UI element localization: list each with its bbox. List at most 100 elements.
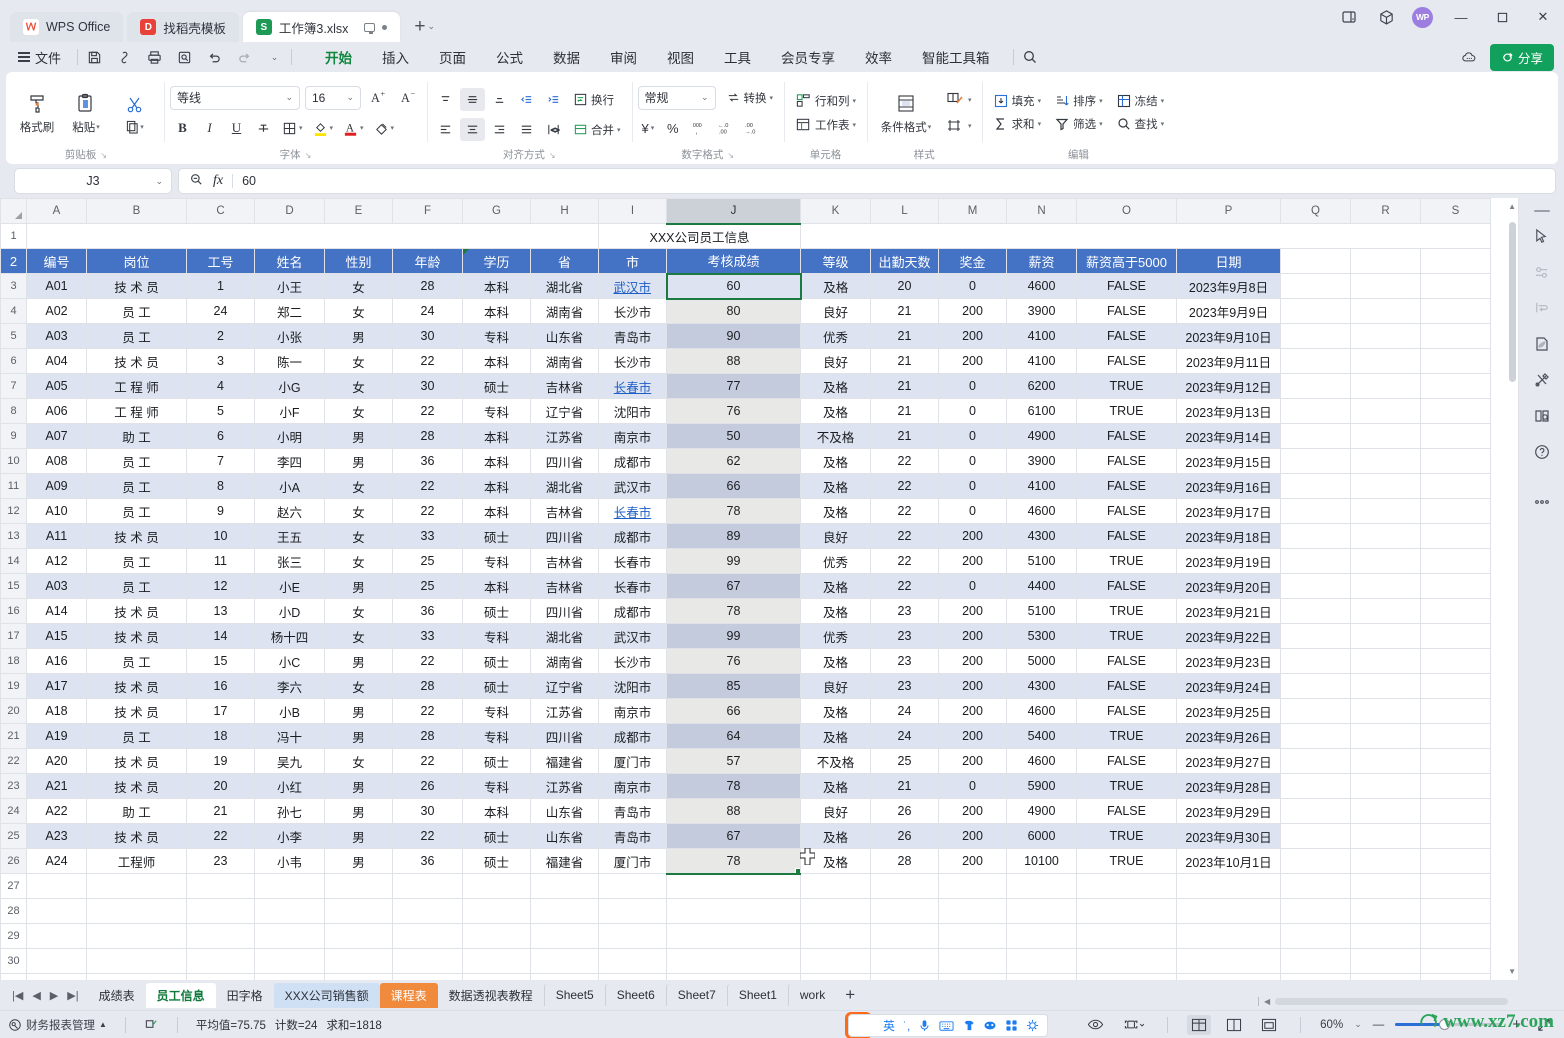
cell-blank[interactable] — [1076, 873, 1177, 899]
ribbon-tab-formula[interactable]: 公式 — [481, 43, 538, 71]
cell-score[interactable]: 62 — [666, 448, 801, 474]
cell-blank[interactable] — [1280, 373, 1351, 399]
cursor-icon[interactable] — [1527, 218, 1557, 254]
cell-blank[interactable] — [870, 923, 939, 949]
cell-prov[interactable]: 湖北省 — [530, 623, 599, 649]
cell-name[interactable]: 吴九 — [254, 748, 325, 774]
cell-date[interactable]: 2023年9月28日 — [1176, 773, 1281, 799]
next-sheet-button[interactable]: ▶ — [50, 989, 58, 1002]
cell-blank[interactable] — [666, 898, 801, 924]
cell-score[interactable]: 77 — [666, 373, 801, 399]
cell-blank[interactable] — [1350, 823, 1421, 849]
cell-blank[interactable] — [1350, 698, 1421, 724]
cell-post[interactable]: 技 术 员 — [86, 598, 187, 624]
vertical-scroll-thumb[interactable] — [1509, 222, 1516, 382]
cell-no[interactable]: A20 — [26, 748, 87, 774]
cell-blank[interactable] — [86, 898, 187, 924]
row-header-4[interactable]: 4 — [0, 298, 27, 324]
cell-blank[interactable] — [1350, 648, 1421, 674]
col-label-grade[interactable]: 等级 — [800, 248, 871, 274]
cell-edu[interactable]: 硕士 — [462, 848, 531, 874]
sheet-tab-chengjibiao[interactable]: 成绩表 — [88, 983, 146, 1008]
column-header-A[interactable]: A — [26, 198, 87, 224]
row-header-17[interactable]: 17 — [0, 623, 27, 649]
cell-grade[interactable]: 良好 — [800, 798, 871, 824]
cell-age[interactable]: 22 — [392, 748, 463, 774]
cell-city[interactable]: 武汉市 — [598, 273, 667, 299]
cell-city[interactable]: 成都市 — [598, 448, 667, 474]
apps-icon[interactable] — [1005, 1019, 1018, 1032]
cell-name[interactable]: 小红 — [254, 773, 325, 799]
cell-prov[interactable]: 湖南省 — [530, 298, 599, 324]
cell-gh[interactable]: 1 — [186, 273, 255, 299]
cell-no[interactable]: A04 — [26, 348, 87, 374]
cell-blank[interactable] — [392, 948, 463, 974]
cell-name[interactable]: 小E — [254, 573, 325, 599]
cell-gh[interactable]: 14 — [186, 623, 255, 649]
cell-gh[interactable]: 3 — [186, 348, 255, 374]
row-header-22[interactable]: 22 — [0, 748, 27, 774]
cell-post[interactable]: 员 工 — [86, 548, 187, 574]
emoji-icon[interactable] — [983, 1020, 997, 1031]
share-button[interactable]: 分享 — [1489, 43, 1554, 71]
row-header-10[interactable]: 10 — [0, 448, 27, 474]
cell-prov[interactable]: 辽宁省 — [530, 398, 599, 424]
cell-blank[interactable] — [1420, 298, 1491, 324]
cell-style-button[interactable]: ▾ — [942, 88, 976, 111]
cell-blank[interactable] — [1280, 348, 1351, 374]
cell-days[interactable]: 23 — [870, 623, 939, 649]
cell-blank[interactable] — [392, 923, 463, 949]
cell-over5000[interactable]: FALSE — [1076, 423, 1177, 449]
caret-down-icon[interactable]: ▾ — [1161, 97, 1165, 105]
cell-blank[interactable] — [462, 923, 531, 949]
cell-over5000[interactable]: FALSE — [1076, 323, 1177, 349]
scroll-up-arrow-icon[interactable]: ▲ — [1508, 202, 1516, 211]
cell-bonus[interactable]: 200 — [938, 673, 1007, 699]
cell-blank[interactable] — [1280, 273, 1351, 299]
cell-blank[interactable] — [1350, 323, 1421, 349]
cell-blank[interactable] — [938, 898, 1007, 924]
row-header-5[interactable]: 5 — [0, 323, 27, 349]
cell-blank[interactable] — [1176, 873, 1281, 899]
cell-post[interactable]: 技 术 员 — [86, 823, 187, 849]
ribbon-tab-efficiency[interactable]: 效率 — [850, 43, 907, 71]
cell-over5000[interactable]: TRUE — [1076, 373, 1177, 399]
cell-name[interactable]: 杨十四 — [254, 623, 325, 649]
cell-over5000[interactable]: FALSE — [1076, 698, 1177, 724]
cell-sex[interactable]: 女 — [324, 673, 393, 699]
collapse-handle[interactable] — [1533, 210, 1550, 212]
cell-blank[interactable] — [1420, 673, 1491, 699]
first-sheet-button[interactable]: |◀ — [12, 989, 23, 1002]
cell-prov[interactable]: 吉林省 — [530, 573, 599, 599]
cell-city[interactable]: 长春市 — [598, 498, 667, 524]
ime-language-label[interactable]: 英 — [883, 1017, 895, 1034]
horizontal-scroll-thumb[interactable] — [1275, 998, 1508, 1005]
cell-age[interactable]: 28 — [392, 273, 463, 299]
column-header-I[interactable]: I — [598, 198, 667, 224]
cell-blank[interactable] — [1280, 773, 1351, 799]
column-header-D[interactable]: D — [254, 198, 325, 224]
cell-sex[interactable]: 男 — [324, 323, 393, 349]
cell-days[interactable]: 22 — [870, 573, 939, 599]
cell-blank[interactable] — [1420, 573, 1491, 599]
cell-age[interactable]: 28 — [392, 673, 463, 699]
cell-no[interactable]: A05 — [26, 373, 87, 399]
cell-city[interactable]: 青岛市 — [598, 798, 667, 824]
settings-sliders-icon[interactable] — [1527, 254, 1557, 290]
cell-score[interactable]: 50 — [666, 423, 801, 449]
cell-bonus[interactable]: 0 — [938, 498, 1007, 524]
cell-no[interactable]: A07 — [26, 423, 87, 449]
cell-salary[interactable]: 4100 — [1006, 473, 1077, 499]
cell-bonus[interactable]: 0 — [938, 423, 1007, 449]
cell-blank[interactable] — [1420, 448, 1491, 474]
cell-edu[interactable]: 专科 — [462, 698, 531, 724]
cell-age[interactable]: 33 — [392, 623, 463, 649]
cell-days[interactable]: 21 — [870, 298, 939, 324]
row-header-14[interactable]: 14 — [0, 548, 27, 574]
cell-age[interactable]: 22 — [392, 348, 463, 374]
cell-blank[interactable] — [1350, 898, 1421, 924]
cell-gh[interactable]: 8 — [186, 473, 255, 499]
cell-age[interactable]: 22 — [392, 698, 463, 724]
cell-name[interactable]: 小C — [254, 648, 325, 674]
caret-up-icon[interactable]: ▲ — [99, 1020, 107, 1029]
